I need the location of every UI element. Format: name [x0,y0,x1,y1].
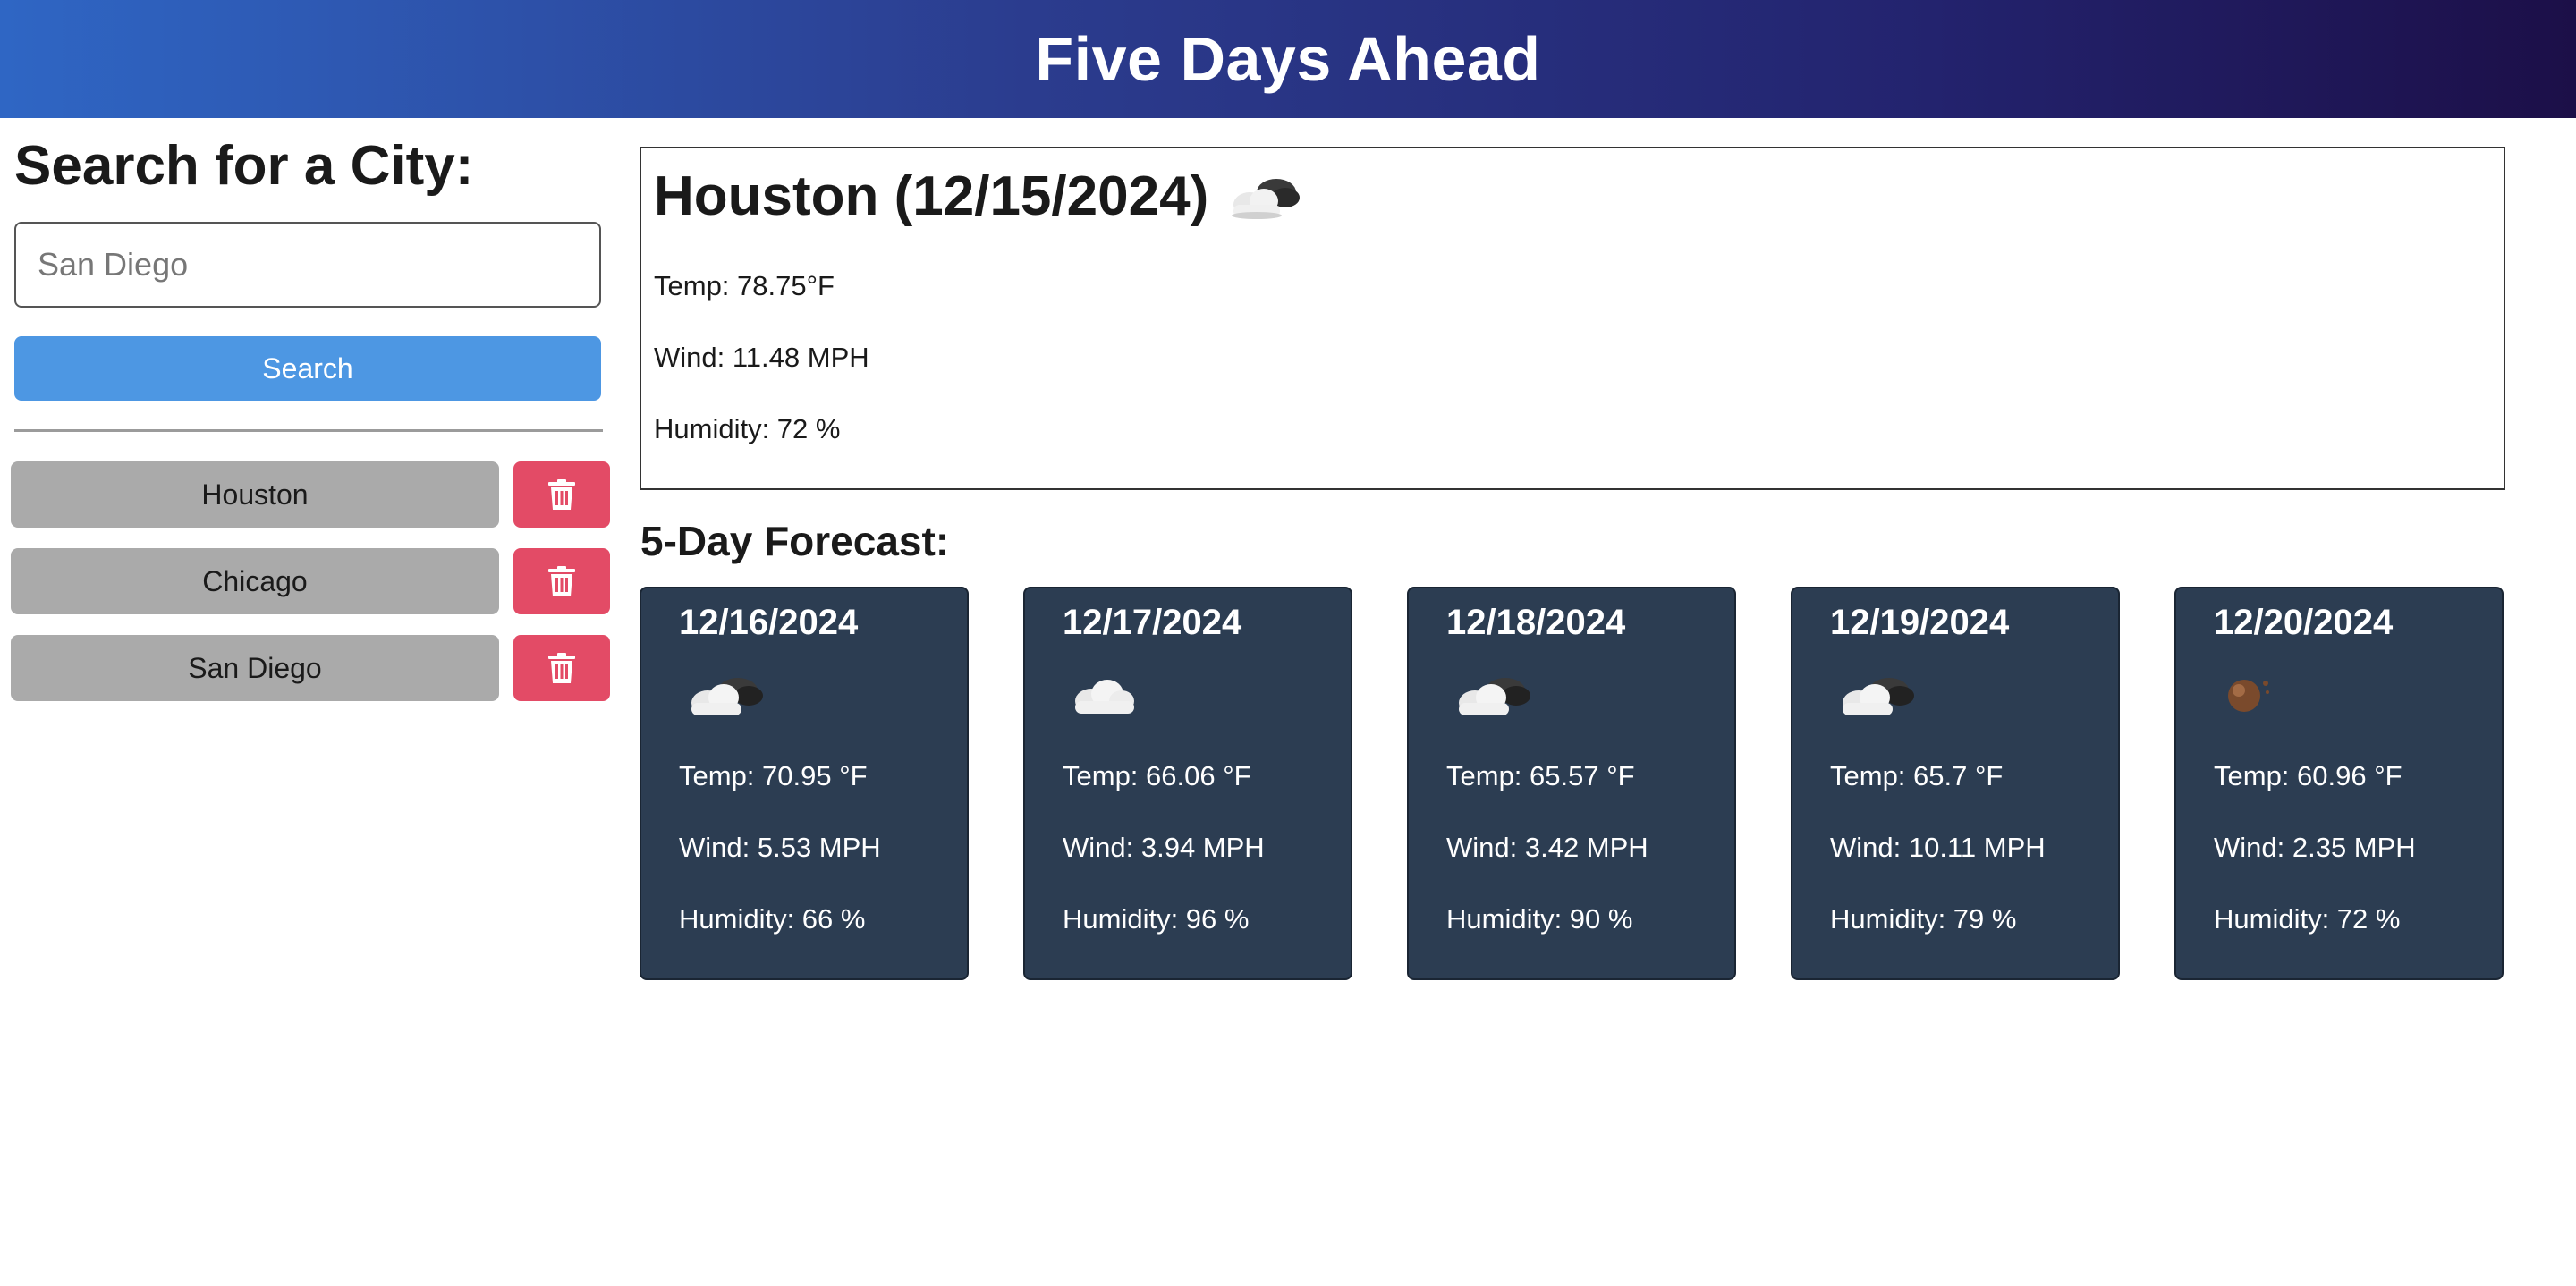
current-city-date: Houston (12/15/2024) [654,165,1209,227]
forecast-wind: Wind: 2.35 MPH [2214,832,2416,863]
forecast-wind: Wind: 5.53 MPH [679,832,881,863]
search-heading: Search for a City: [14,135,474,197]
cloud-sun-icon [1843,678,1914,715]
forecast-temp: Temp: 60.96 °F [2214,760,2402,791]
forecast-wind: Wind: 3.42 MPH [1446,832,1648,863]
forecast-temp: Temp: 65.57 °F [1446,760,1635,791]
app-header: Five Days Ahead [0,0,2576,118]
forecast-temp: Temp: 70.95 °F [679,760,868,791]
forecast-card: 12/19/2024 Temp: 65.7 °F Wind: 10.11 MPH… [1791,587,2120,980]
history-city-button[interactable]: San Diego [11,635,499,701]
cloud-sun-icon [1459,678,1530,715]
app-title: Five Days Ahead [1035,24,1541,94]
current-humidity: Humidity: 72 % [654,413,841,444]
history-city-button[interactable]: Chicago [11,548,499,614]
cloud-sun-icon [1232,178,1301,219]
clear-sky-icon [2228,680,2269,712]
forecast-heading: 5-Day Forecast: [640,518,950,564]
history-item: San Diego [11,635,612,701]
forecast-humidity: Humidity: 66 % [679,903,866,935]
forecast-wind: Wind: 10.11 MPH [1830,832,2046,863]
current-weather-heading: Houston (12/15/2024) [654,165,1303,228]
forecast-card: 12/16/2024 Temp: 70.95 °F Wind: 5.53 MPH… [640,587,969,980]
delete-city-button[interactable] [513,548,610,614]
trash-icon [548,566,575,596]
history-city-button[interactable]: Houston [11,461,499,528]
forecast-date: 12/17/2024 [1063,603,1242,642]
cloud-icon [1075,680,1134,714]
delete-city-button[interactable] [513,461,610,528]
forecast-humidity: Humidity: 72 % [2214,903,2401,935]
forecast-date: 12/16/2024 [679,603,859,642]
current-wind: Wind: 11.48 MPH [654,342,869,373]
search-button[interactable]: Search [14,336,601,401]
forecast-date: 12/18/2024 [1446,603,1626,642]
forecast-card: 12/20/2024 Temp: 60.96 °F Wind: 2.35 MPH… [2174,587,2504,980]
forecast-card: 12/17/2024 Temp: 66.06 °F Wind: 3.94 MPH… [1023,587,1352,980]
current-temp: Temp: 78.75°F [654,270,835,301]
sidebar-divider [14,429,603,432]
forecast-card: 12/18/2024 Temp: 65.57 °F Wind: 3.42 MPH… [1407,587,1736,980]
forecast-date: 12/20/2024 [2214,603,2394,642]
trash-icon [548,479,575,510]
current-weather-card: Houston (12/15/2024) Temp: 78.75°F Wind:… [640,147,2505,490]
history-item: Chicago [11,548,612,614]
trash-icon [548,653,575,683]
forecast-humidity: Humidity: 90 % [1446,903,1633,935]
forecast-temp: Temp: 65.7 °F [1830,760,2004,791]
forecast-humidity: Humidity: 96 % [1063,903,1250,935]
history-item: Houston [11,461,612,528]
forecast-wind: Wind: 3.94 MPH [1063,832,1265,863]
cloud-sun-icon [691,678,763,715]
forecast-humidity: Humidity: 79 % [1830,903,2017,935]
delete-city-button[interactable] [513,635,610,701]
city-search-input[interactable] [14,222,601,308]
forecast-temp: Temp: 66.06 °F [1063,760,1251,791]
forecast-date: 12/19/2024 [1830,603,2010,642]
